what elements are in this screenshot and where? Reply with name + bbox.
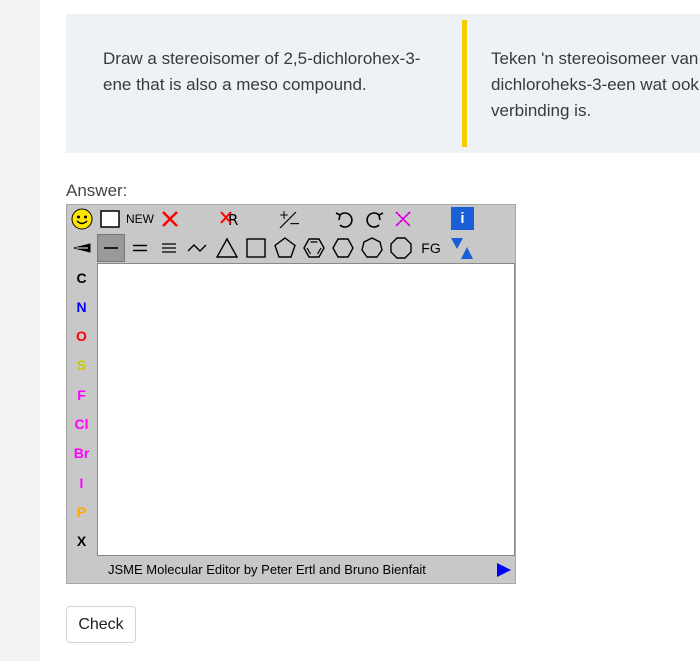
triple-bond-icon[interactable] — [155, 234, 183, 262]
select-rectangle-icon[interactable] — [96, 205, 124, 233]
left-gutter — [0, 0, 40, 661]
answer-label: Answer: — [66, 181, 128, 200]
hexagon-ring-icon[interactable] — [329, 234, 357, 262]
atom-button-p[interactable]: P — [67, 497, 96, 526]
language-divider — [462, 20, 467, 147]
atom-button-s[interactable]: S — [67, 351, 96, 380]
redo-icon[interactable] — [360, 205, 388, 233]
heptagon-ring-icon[interactable] — [358, 234, 386, 262]
pentagon-ring-icon[interactable] — [271, 234, 299, 262]
smiley-icon[interactable] — [68, 205, 96, 233]
atom-label: S — [76, 357, 87, 374]
atom-button-i[interactable]: I — [67, 468, 96, 497]
question-text-english: Draw a stereoisomer of 2,5-dichlorohex-3… — [103, 49, 421, 94]
new-button[interactable]: NEW — [125, 205, 155, 233]
benzene-ring-icon[interactable] — [300, 234, 328, 262]
atom-button-n[interactable]: N — [67, 292, 96, 321]
atom-button-br[interactable]: Br — [67, 439, 96, 468]
functional-group-button[interactable]: FG — [417, 234, 445, 262]
atom-label: I — [79, 474, 84, 491]
double-bond-icon[interactable] — [126, 234, 154, 262]
jsme-editor[interactable]: NEW R + − i FG C N O S F Cl Br I P X JSM… — [66, 204, 516, 584]
atom-label: F — [77, 386, 86, 403]
atom-button-cl[interactable]: Cl — [67, 410, 96, 439]
info-label: i — [460, 210, 465, 227]
check-label: Check — [78, 615, 124, 633]
wedge-bond-icon[interactable] — [68, 234, 96, 262]
status-bar: JSME Molecular Editor by Peter Ertl and … — [67, 557, 515, 583]
atom-label: O — [76, 328, 87, 345]
check-button[interactable]: Check — [66, 606, 136, 643]
atom-button-c[interactable]: C — [67, 263, 96, 292]
status-text: JSME Molecular Editor by Peter Ertl and … — [108, 562, 426, 577]
chain-icon[interactable] — [184, 234, 212, 262]
undo-icon[interactable] — [331, 205, 359, 233]
delete-icon[interactable] — [156, 205, 184, 233]
atom-button-x[interactable]: X — [67, 527, 96, 556]
drawing-canvas[interactable] — [97, 263, 515, 556]
octagon-ring-icon[interactable] — [387, 234, 415, 262]
single-bond-icon[interactable] — [97, 234, 125, 262]
delete-hydrogens-icon[interactable] — [389, 205, 417, 233]
delete-r-group-icon[interactable]: R — [217, 205, 245, 233]
info-button[interactable]: i — [451, 207, 474, 230]
square-ring-icon[interactable] — [242, 234, 270, 262]
charge-icon[interactable]: + − — [274, 205, 302, 233]
atom-label: Br — [73, 445, 90, 462]
question-text-afrikaans-content: Teken 'n stereoisomeer van dichloroheks-… — [491, 49, 699, 120]
new-button-label: NEW — [126, 212, 154, 226]
atom-label: Cl — [74, 416, 89, 432]
atom-button-o[interactable]: O — [67, 322, 96, 351]
atom-button-f[interactable]: F — [67, 380, 96, 409]
triangle-ring-icon[interactable] — [213, 234, 241, 262]
atom-label: N — [76, 298, 87, 315]
atom-label: X — [76, 533, 87, 550]
question-text-afrikaans: Teken 'n stereoisomeer van dichloroheks-… — [491, 46, 700, 124]
fg-label: FG — [421, 240, 441, 256]
svg-text:−: − — [289, 216, 299, 230]
atom-label: P — [76, 503, 87, 520]
flip-icon[interactable] — [448, 234, 476, 262]
play-arrow-icon[interactable] — [496, 562, 512, 578]
atom-label: C — [76, 269, 87, 286]
